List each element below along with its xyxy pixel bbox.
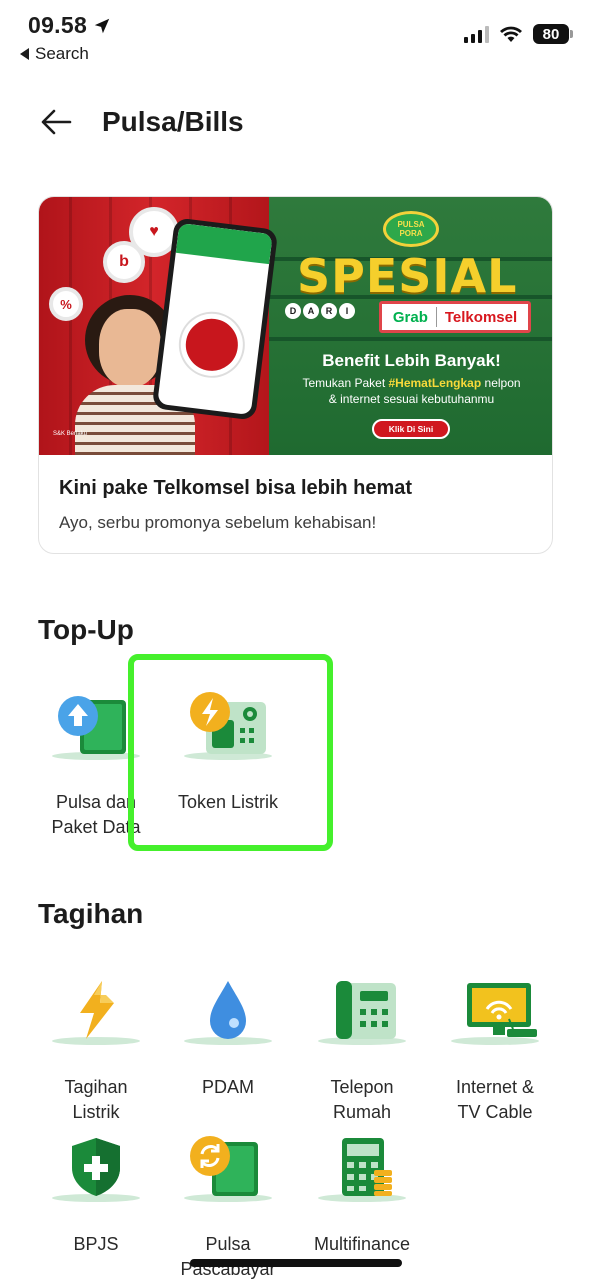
back-to-search[interactable]: Search: [20, 44, 89, 64]
page-title: Pulsa/Bills: [102, 106, 244, 137]
dari-letter: A: [303, 303, 319, 319]
pulsa-badge-line1: PULSA: [397, 220, 425, 229]
status-indicators: 80: [464, 24, 573, 44]
dari-letter: D: [285, 303, 301, 319]
status-time: 09.58: [28, 12, 111, 39]
wifi-icon: [500, 26, 522, 42]
battery-level: 80: [542, 25, 560, 43]
promo-headline: SPESIAL: [297, 249, 518, 303]
pulsa-pora-logo: PULSA PORA: [383, 211, 439, 247]
tagihan-item-multifinance[interactable]: Multifinance: [302, 1132, 422, 1280]
benefit-text-part: nelpon: [481, 376, 521, 390]
topup-item-token-listrik[interactable]: Token Listrik: [168, 690, 288, 840]
back-arrow-icon[interactable]: [38, 104, 74, 140]
grab-telkomsel-logo: Grab Telkomsel: [379, 301, 531, 333]
promo-dari-row: D A R I: [285, 303, 355, 319]
promo-title: Kini pake Telkomsel bisa lebih hemat: [59, 477, 413, 499]
tagihan-item-label: Pulsa Pascabayar: [180, 1234, 276, 1279]
tagihan-item-label: Multifinance: [313, 1234, 411, 1254]
tagihan-item-label: Telepon Rumah: [330, 1077, 394, 1122]
calculator-icon: [318, 1138, 406, 1202]
tagihan-item-listrik[interactable]: Tagihan Listrik: [36, 975, 156, 1125]
telkomsel-brand: Telkomsel: [444, 308, 518, 326]
promo-cta-button[interactable]: Klik Di Sini: [372, 419, 450, 439]
cellular-signal-icon: [464, 25, 489, 43]
battery-icon: 80: [533, 24, 573, 44]
promo-card[interactable]: ♥ b % S&K Berlaku PULSA PORA SPESIAL D A…: [38, 196, 553, 554]
back-to-search-label: Search: [35, 44, 89, 63]
topup-item-label: Pulsa dan Paket Data: [51, 792, 141, 837]
tagihan-item-label: BPJS: [73, 1234, 119, 1254]
pulsa-badge-line2: PORA: [399, 229, 423, 238]
health-shield-icon: [52, 1138, 140, 1202]
topup-item-label: Token Listrik: [177, 792, 279, 812]
tagihan-item-label: Tagihan Listrik: [64, 1077, 128, 1122]
lightning-icon: [52, 981, 140, 1045]
tagihan-section-title: Tagihan: [38, 898, 144, 929]
water-drop-icon: [184, 981, 272, 1045]
back-triangle-icon: [20, 48, 29, 60]
status-time-text: 09.58: [28, 12, 88, 38]
location-arrow-icon: [94, 18, 110, 33]
promo-benefit-text: Temukan Paket #HematLengkap nelpon & int…: [269, 375, 552, 407]
dari-letter: I: [339, 303, 355, 319]
home-phone-icon: [318, 981, 406, 1045]
electric-token-icon: [184, 692, 272, 760]
topup-item-pulsa-data[interactable]: Pulsa dan Paket Data: [36, 690, 156, 840]
benefit-text-part: & internet sesuai kebutuhanmu: [328, 392, 495, 406]
topup-section-title: Top-Up: [38, 614, 134, 645]
grab-brand: Grab: [392, 308, 428, 326]
page-header: Pulsa/Bills: [0, 90, 591, 154]
tagihan-item-internet-tv[interactable]: Internet & TV Cable: [435, 975, 555, 1125]
tagihan-item-label: PDAM: [201, 1077, 254, 1097]
benefit-hashtag: #HematLengkap: [388, 376, 482, 390]
tv-wifi-icon: [451, 983, 539, 1045]
home-indicator[interactable]: [190, 1259, 402, 1267]
tagihan-item-telepon-rumah[interactable]: Telepon Rumah: [302, 975, 422, 1125]
tagihan-item-label: Internet & TV Cable: [455, 1077, 535, 1122]
promo-banner[interactable]: ♥ b % S&K Berlaku PULSA PORA SPESIAL D A…: [39, 197, 552, 455]
promo-balloon-icon: b: [103, 241, 145, 283]
benefit-text-part: Temukan Paket: [302, 376, 389, 390]
tagihan-item-pdam[interactable]: PDAM: [168, 975, 288, 1125]
tagihan-item-pulsa-pascabayar[interactable]: Pulsa Pascabayar: [168, 1132, 288, 1280]
promo-fine-print: S&K Berlaku: [53, 431, 88, 437]
status-bar: 09.58 Search 80: [0, 0, 591, 72]
phone-topup-icon: [52, 696, 140, 760]
promo-subtitle: Ayo, serbu promonya sebelum kehabisan!: [59, 513, 377, 532]
postpaid-phone-icon: [184, 1136, 272, 1202]
dari-letter: R: [321, 303, 337, 319]
promo-benefit-title: Benefit Lebih Banyak!: [322, 351, 501, 370]
tagihan-item-bpjs[interactable]: BPJS: [36, 1132, 156, 1280]
